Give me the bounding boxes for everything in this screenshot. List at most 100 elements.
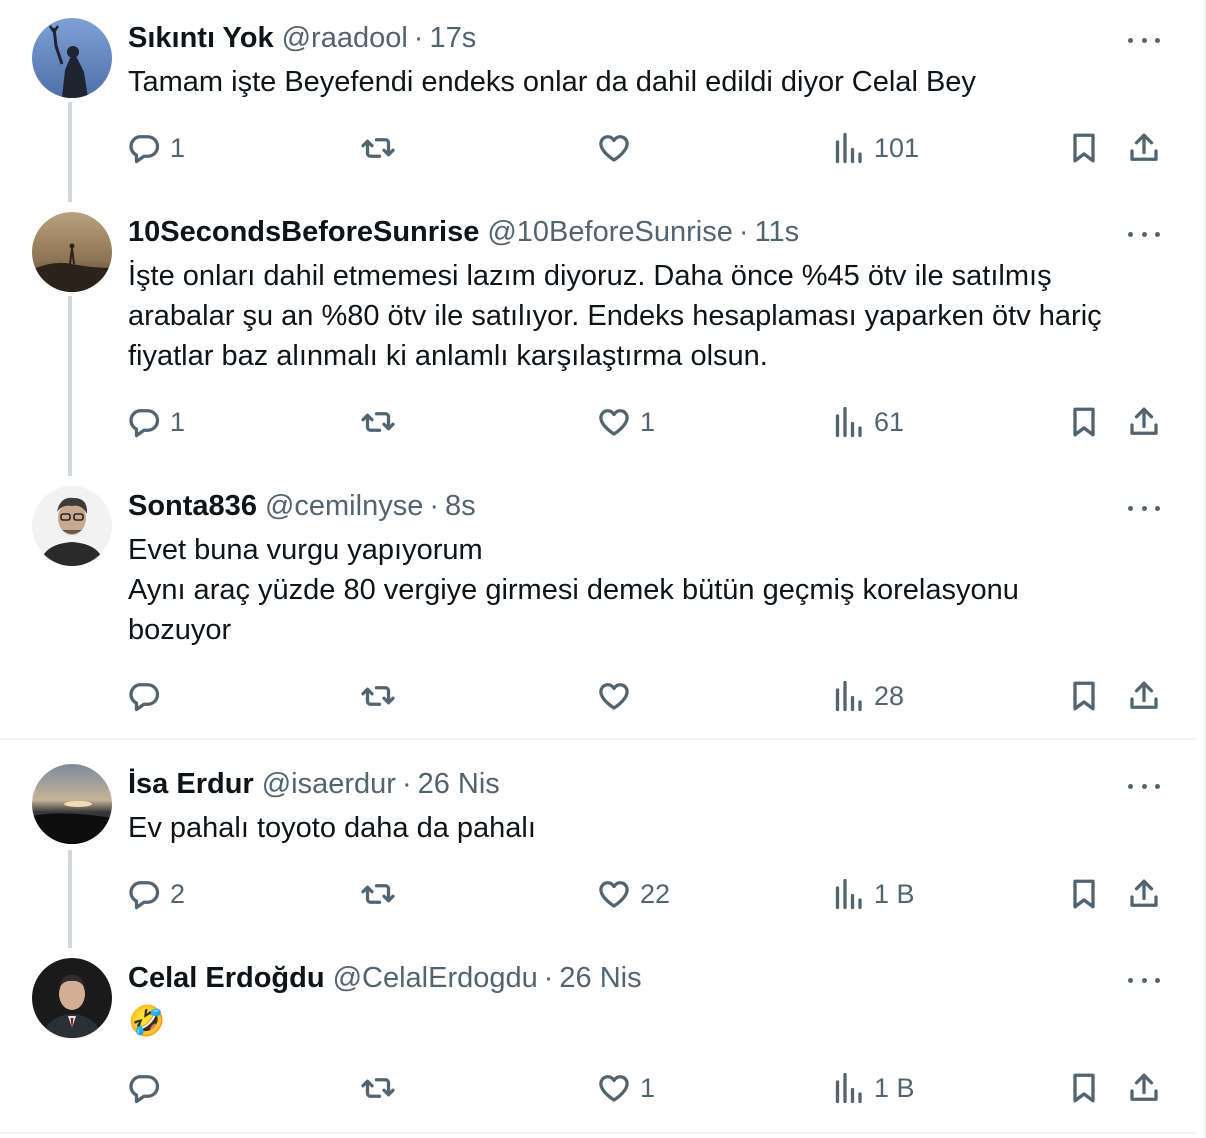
retweet-icon	[361, 412, 395, 432]
bookmark-icon	[1073, 133, 1095, 163]
retweet-icon	[361, 686, 395, 706]
tweet-text-line: İşte onları dahil etmemesi lazım diyoruz…	[128, 260, 1052, 292]
share-button[interactable]	[1126, 874, 1162, 914]
views-icon	[835, 1072, 862, 1104]
more-icon[interactable]	[1124, 498, 1164, 518]
display-name[interactable]: Sonta836	[128, 490, 257, 523]
timestamp[interactable]: 11s	[755, 216, 800, 249]
separator-dot: ·	[413, 21, 424, 54]
share-button[interactable]	[1126, 128, 1162, 168]
user-handle[interactable]: @isaerdur	[262, 768, 396, 801]
views-icon	[835, 680, 862, 712]
share-icon	[1130, 1073, 1158, 1101]
tweet-actions: 1 1 61	[126, 402, 1166, 442]
like-button[interactable]	[596, 676, 640, 716]
tweet-emoji: 🤣	[128, 1004, 166, 1039]
timestamp[interactable]: 8s	[445, 490, 476, 523]
timestamp[interactable]: 17s	[429, 22, 476, 55]
thread-line	[68, 850, 72, 948]
separator-dot: ·	[401, 767, 412, 800]
reply-feed: Sıkıntı Yok @raadool · 17s Tamam işte Be…	[0, 0, 1196, 1138]
views-button[interactable]: 28	[830, 676, 904, 716]
tweet-text-line: bozuyor	[128, 614, 232, 646]
more-icon[interactable]	[1124, 30, 1164, 50]
views-icon	[835, 406, 862, 438]
bookmark-button[interactable]	[1066, 676, 1102, 716]
tweet-header: Celal Erdoğdu @CelalErdogdu · 26 Nis	[128, 958, 642, 998]
views-button[interactable]: 61	[830, 402, 904, 442]
thread-divider	[0, 1132, 1196, 1134]
reply-button[interactable]: 2	[126, 874, 185, 914]
tweet-text: Ev pahalı toyoto daha da pahalı	[128, 808, 1168, 848]
heart-icon	[599, 683, 629, 710]
like-count: 1	[640, 406, 656, 437]
retweet-icon	[361, 884, 395, 904]
user-handle[interactable]: @raadool	[282, 22, 408, 55]
display-name[interactable]: 10SecondsBeforeSunrise	[128, 216, 479, 249]
display-name[interactable]: İsa Erdur	[128, 768, 254, 801]
tweet-text-line: Tamam işte Beyefendi endeks onlar da dah…	[128, 66, 976, 98]
views-count: 1 B	[874, 1072, 915, 1103]
share-button[interactable]	[1126, 402, 1162, 442]
bookmark-button[interactable]	[1066, 128, 1102, 168]
share-button[interactable]	[1126, 1068, 1162, 1108]
like-button[interactable]: 1	[596, 402, 655, 442]
reply-button[interactable]: 1	[126, 128, 185, 168]
views-button[interactable]: 101	[830, 128, 919, 168]
tweet-text-line: arabalar şu an %80 ötv ile satılıyor. En…	[128, 300, 1102, 332]
tweet-text: 🤣	[128, 1002, 1168, 1042]
heart-icon	[599, 1075, 629, 1102]
display-name[interactable]: Sıkıntı Yok	[128, 22, 274, 55]
user-handle[interactable]: @cemilnyse	[265, 490, 423, 523]
bookmark-icon	[1073, 879, 1095, 909]
retweet-button[interactable]	[360, 676, 396, 716]
avatar[interactable]	[32, 958, 112, 1038]
reply-icon	[129, 881, 160, 910]
thread-line	[68, 296, 72, 476]
reply-button[interactable]	[126, 676, 170, 716]
tweet-text: Tamam işte Beyefendi endeks onlar da dah…	[128, 62, 1168, 102]
bookmark-button[interactable]	[1066, 402, 1102, 442]
more-icon[interactable]	[1124, 776, 1164, 796]
retweet-button[interactable]	[360, 402, 396, 442]
reply-count: 1	[170, 406, 186, 437]
views-button[interactable]: 1 B	[830, 874, 915, 914]
reply-icon	[129, 135, 160, 164]
avatar[interactable]	[32, 764, 112, 844]
tweet-text-line: Ev pahalı toyoto daha da pahalı	[128, 812, 536, 844]
avatar[interactable]	[32, 212, 112, 292]
more-icon[interactable]	[1124, 224, 1164, 244]
like-button[interactable]: 22	[596, 874, 670, 914]
avatar[interactable]	[32, 486, 112, 566]
like-button[interactable]	[596, 128, 640, 168]
tweet-text-line: Aynı araç yüzde 80 vergiye girmesi demek…	[128, 574, 1019, 606]
views-button[interactable]: 1 B	[830, 1068, 915, 1108]
more-icon[interactable]	[1124, 970, 1164, 990]
retweet-button[interactable]	[360, 1068, 396, 1108]
retweet-button[interactable]	[360, 128, 396, 168]
reply-icon	[129, 1075, 160, 1104]
views-count: 101	[874, 132, 920, 163]
like-button[interactable]: 1	[596, 1068, 655, 1108]
heart-icon	[599, 881, 629, 908]
retweet-icon	[361, 1078, 395, 1098]
bookmark-button[interactable]	[1066, 874, 1102, 914]
bookmark-icon	[1073, 681, 1095, 711]
retweet-button[interactable]	[360, 874, 396, 914]
thread-divider	[0, 738, 1196, 740]
retweet-icon	[361, 138, 395, 158]
tweet-header: Sıkıntı Yok @raadool · 17s	[128, 18, 476, 58]
timestamp[interactable]: 26 Nis	[559, 962, 641, 995]
display-name[interactable]: Celal Erdoğdu	[128, 962, 325, 995]
timestamp[interactable]: 26 Nis	[418, 768, 500, 801]
user-handle[interactable]: @CelalErdogdu	[333, 962, 538, 995]
reply-button[interactable]	[126, 1068, 170, 1108]
bookmark-button[interactable]	[1066, 1068, 1102, 1108]
user-handle[interactable]: @10BeforeSunrise	[487, 216, 732, 249]
share-button[interactable]	[1126, 676, 1162, 716]
reply-button[interactable]: 1	[126, 402, 185, 442]
views-count: 61	[874, 406, 905, 437]
like-count: 22	[640, 878, 671, 909]
separator-dot: ·	[429, 489, 439, 522]
avatar[interactable]	[32, 18, 112, 98]
